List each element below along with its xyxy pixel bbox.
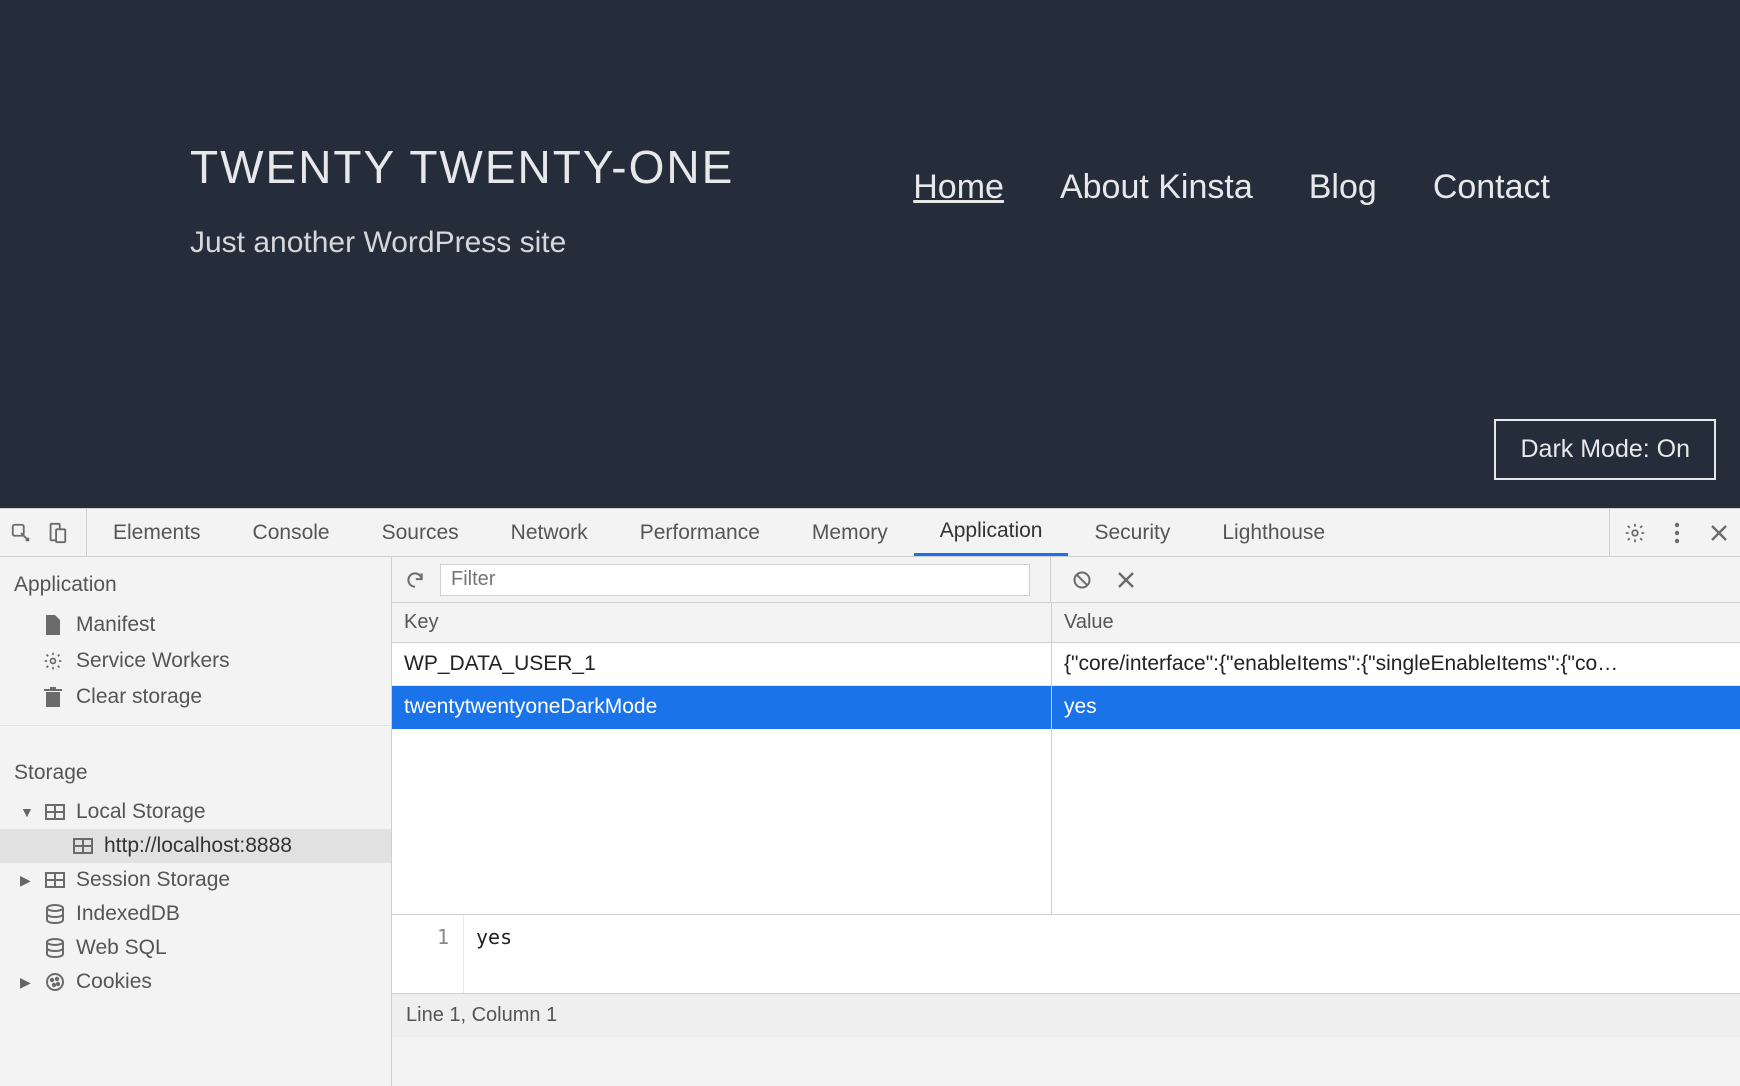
close-icon[interactable] [1708, 522, 1730, 544]
site-tagline: Just another WordPress site [190, 226, 1550, 260]
table-cell-value[interactable]: {"core/interface":{"enableItems":{"singl… [1052, 643, 1740, 686]
database-icon [44, 903, 66, 925]
tab-console[interactable]: Console [227, 509, 356, 556]
gear-icon [42, 650, 64, 672]
site-header: TWENTY TWENTY-ONE Just another WordPress… [0, 0, 1740, 508]
sidebar-item-label: IndexedDB [76, 902, 180, 926]
nav-link-contact[interactable]: Contact [1433, 168, 1550, 207]
column-header-value[interactable]: Value [1052, 603, 1740, 643]
sidebar-item-label: Session Storage [76, 868, 230, 892]
storage-toolbar [392, 557, 1740, 603]
sidebar-item-label: Manifest [76, 613, 155, 637]
column-header-key[interactable]: Key [392, 603, 1051, 643]
value-editor[interactable]: 1 yes [392, 915, 1740, 993]
editor-line-number: 1 [392, 915, 464, 993]
tab-application[interactable]: Application [914, 509, 1069, 556]
devtools-tab-bar: Elements Console Sources Network Perform… [0, 509, 1740, 557]
sidebar-item-clear-storage[interactable]: Clear storage [0, 679, 391, 715]
tab-elements[interactable]: Elements [87, 509, 227, 556]
site-nav: Home About Kinsta Blog Contact [913, 168, 1550, 207]
storage-grid-icon [72, 835, 94, 857]
sidebar-item-websql[interactable]: Web SQL [0, 931, 391, 965]
database-icon [44, 937, 66, 959]
devtools-main: Key WP_DATA_USER_1 twentytwentyoneDarkMo… [392, 557, 1740, 1086]
nav-link-blog[interactable]: Blog [1309, 168, 1377, 207]
block-icon[interactable] [1071, 569, 1093, 591]
sidebar-item-label: http://localhost:8888 [104, 834, 292, 858]
sidebar-item-local-storage[interactable]: ▼ Local Storage [0, 795, 391, 829]
nav-link-about[interactable]: About Kinsta [1060, 168, 1253, 207]
sidebar-section-application: Application [0, 557, 391, 607]
statusbar: Line 1, Column 1 [392, 993, 1740, 1037]
gear-icon[interactable] [1624, 522, 1646, 544]
sidebar-item-label: Local Storage [76, 800, 206, 824]
tab-network[interactable]: Network [485, 509, 614, 556]
sidebar-item-indexeddb[interactable]: IndexedDB [0, 897, 391, 931]
editor-content[interactable]: yes [464, 915, 524, 993]
sidebar-item-cookies[interactable]: ▶ Cookies [0, 965, 391, 999]
sidebar-item-label: Web SQL [76, 936, 167, 960]
storage-table: Key WP_DATA_USER_1 twentytwentyoneDarkMo… [392, 603, 1740, 915]
cookie-icon [44, 971, 66, 993]
storage-grid-icon [44, 869, 66, 891]
sidebar-item-label: Clear storage [76, 685, 202, 709]
chevron-right-icon: ▶ [20, 872, 34, 889]
sidebar-item-label: Service Workers [76, 649, 230, 673]
table-cell-key[interactable]: WP_DATA_USER_1 [392, 643, 1051, 686]
tab-lighthouse[interactable]: Lighthouse [1196, 509, 1351, 556]
sidebar-item-label: Cookies [76, 970, 152, 994]
kebab-menu-icon[interactable] [1666, 522, 1688, 544]
chevron-right-icon: ▶ [20, 974, 34, 991]
sidebar-item-local-storage-origin[interactable]: http://localhost:8888 [0, 829, 391, 863]
sidebar-item-manifest[interactable]: Manifest [0, 607, 391, 643]
tab-sources[interactable]: Sources [356, 509, 485, 556]
sidebar-section-storage: Storage [0, 745, 391, 795]
tab-performance[interactable]: Performance [614, 509, 786, 556]
refresh-icon[interactable] [404, 569, 426, 591]
sidebar-item-service-workers[interactable]: Service Workers [0, 643, 391, 679]
devtools-panel: Elements Console Sources Network Perform… [0, 508, 1740, 1086]
storage-grid-icon [44, 801, 66, 823]
nav-link-home[interactable]: Home [913, 168, 1004, 207]
delete-icon[interactable] [1115, 569, 1137, 591]
tab-security[interactable]: Security [1068, 509, 1196, 556]
trash-icon [42, 686, 64, 708]
chevron-down-icon: ▼ [20, 804, 34, 820]
device-toggle-icon[interactable] [46, 522, 68, 544]
sidebar-item-session-storage[interactable]: ▶ Session Storage [0, 863, 391, 897]
table-cell-key[interactable]: twentytwentyoneDarkMode [392, 686, 1051, 729]
tab-memory[interactable]: Memory [786, 509, 914, 556]
devtools-sidebar: Application Manifest Service Workers Cle… [0, 557, 392, 1086]
filter-input[interactable] [440, 564, 1030, 596]
inspect-element-icon[interactable] [10, 522, 32, 544]
table-cell-value[interactable]: yes [1052, 686, 1740, 729]
dark-mode-toggle[interactable]: Dark Mode: On [1494, 419, 1716, 480]
file-icon [42, 614, 64, 636]
